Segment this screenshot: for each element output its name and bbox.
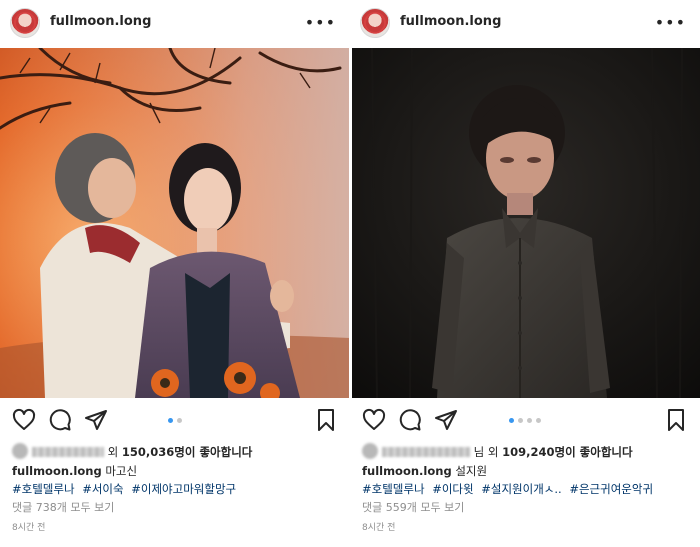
caption-username[interactable]: fullmoon.long — [362, 464, 452, 478]
bookmark-icon[interactable] — [314, 408, 338, 432]
hashtag-link[interactable]: #호텔델루나 — [12, 482, 75, 496]
blurred-avatar — [12, 443, 28, 459]
likes-line[interactable]: 님 외 109,240명이 좋아합니다 — [362, 443, 633, 460]
heart-icon[interactable] — [362, 408, 386, 432]
hashtag-link[interactable]: #이제야고마워할망구 — [131, 482, 236, 496]
profile-avatar[interactable] — [360, 8, 390, 38]
hashtag-link[interactable]: #이다윗 — [432, 482, 473, 496]
hashtags: #호텔델루나 #서이숙 #이제야고마워할망구 — [12, 481, 240, 497]
heart-icon[interactable] — [12, 408, 36, 432]
instagram-post-right: fullmoon.long ••• 님 외 109,240명이 좋아합니다 fu… — [350, 0, 700, 547]
likes-count: 109,240명이 좋아합니다 — [502, 445, 633, 459]
hashtag-link[interactable]: #서이숙 — [82, 482, 123, 496]
likes-suffix: 님 외 — [473, 445, 499, 459]
username[interactable]: fullmoon.long — [50, 14, 151, 29]
more-options-icon[interactable]: ••• — [655, 13, 686, 32]
carousel-dot — [518, 418, 523, 423]
view-comments-link[interactable]: 댓글 738개 모두 보기 — [12, 499, 114, 515]
hashtag-link[interactable]: #은근귀여운악귀 — [569, 482, 653, 496]
carousel-dot — [177, 418, 182, 423]
caption-text: 마고신 — [105, 464, 138, 478]
timestamp: 8시간 전 — [12, 523, 46, 533]
carousel-dot — [536, 418, 541, 423]
post-header: fullmoon.long ••• — [350, 0, 700, 47]
caption: fullmoon.long 마고신 — [12, 463, 137, 479]
blurred-avatar — [362, 443, 378, 459]
share-icon[interactable] — [434, 408, 458, 432]
post-header: fullmoon.long ••• — [0, 0, 350, 47]
caption-text: 설지원 — [455, 464, 488, 478]
view-comments-link[interactable]: 댓글 559개 모두 보기 — [362, 499, 464, 515]
post-photo[interactable] — [0, 48, 350, 398]
caption-username[interactable]: fullmoon.long — [12, 464, 102, 478]
carousel-indicator — [168, 418, 182, 423]
hashtags: #호텔델루나 #이다윗 #설지원이개ㅅ.. #은근귀여운악귀 — [362, 481, 657, 497]
profile-avatar[interactable] — [10, 8, 40, 38]
timestamp: 8시간 전 — [362, 523, 396, 533]
caption: fullmoon.long 설지원 — [362, 463, 487, 479]
action-bar — [0, 404, 350, 436]
action-bar — [350, 404, 700, 436]
carousel-dot — [527, 418, 532, 423]
share-icon[interactable] — [84, 408, 108, 432]
blurred-username — [32, 447, 104, 457]
comment-icon[interactable] — [398, 408, 422, 432]
bookmark-icon[interactable] — [664, 408, 688, 432]
carousel-dot — [509, 418, 514, 423]
hashtag-link[interactable]: #호텔델루나 — [362, 482, 425, 496]
post-photo[interactable] — [352, 48, 700, 398]
blurred-username — [382, 447, 470, 457]
username[interactable]: fullmoon.long — [400, 14, 501, 29]
carousel-indicator — [509, 418, 541, 423]
panel-divider — [349, 0, 351, 547]
comment-icon[interactable] — [48, 408, 72, 432]
hashtag-link[interactable]: #설지원이개ㅅ.. — [481, 482, 561, 496]
more-options-icon[interactable]: ••• — [305, 13, 336, 32]
likes-suffix: 외 — [107, 445, 119, 459]
instagram-post-left: fullmoon.long ••• 외 150,036명이 좋아합니다 full… — [0, 0, 350, 547]
likes-line[interactable]: 외 150,036명이 좋아합니다 — [12, 443, 252, 460]
carousel-dot — [168, 418, 173, 423]
likes-count: 150,036명이 좋아합니다 — [121, 445, 253, 459]
